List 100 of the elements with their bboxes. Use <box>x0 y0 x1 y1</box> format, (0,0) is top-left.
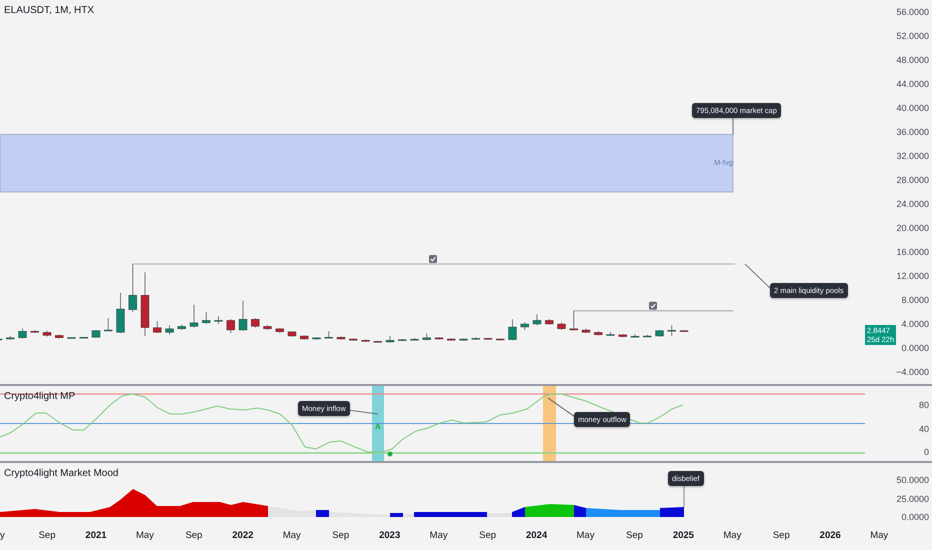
indicator-title: Crypto4light Market Mood <box>4 468 118 479</box>
candlestick <box>324 330 333 339</box>
candlestick <box>422 333 431 341</box>
candlestick <box>80 336 88 339</box>
candlestick <box>545 318 554 325</box>
candlestick <box>190 304 198 328</box>
axis-label: 25.0000 <box>896 492 929 506</box>
axis-label: May <box>576 530 594 541</box>
axis-label: May <box>430 530 448 541</box>
axis-label: 40 <box>918 422 929 436</box>
candlestick <box>276 328 284 334</box>
axis-label: 80 <box>918 399 929 412</box>
candlestick <box>104 318 112 332</box>
candlestick <box>570 310 578 330</box>
candlestick <box>643 334 652 338</box>
axis-label: 20.0000 <box>896 222 929 235</box>
candlestick <box>655 330 664 337</box>
axis-label: 48.0000 <box>896 54 929 67</box>
candlestick <box>128 264 137 312</box>
leader-line <box>732 118 734 134</box>
candlestick <box>398 338 406 342</box>
candlestick <box>361 339 370 342</box>
candlestick <box>336 336 346 340</box>
axis-label: 4.0000 <box>901 318 929 331</box>
candlestick <box>434 336 444 340</box>
candlestick <box>349 338 358 342</box>
axis-label: 50.0000 <box>896 474 929 487</box>
axis-label: 12.0000 <box>896 270 929 283</box>
checkbox-icon <box>429 255 437 263</box>
axis-label: y <box>0 530 5 541</box>
candlestick <box>520 322 529 330</box>
candlestick <box>67 336 76 339</box>
axis-label: 0.0000 <box>901 511 929 524</box>
axis-label: 2021 <box>85 530 107 541</box>
candlestick <box>618 334 627 338</box>
axis-label: 28.0000 <box>896 174 929 187</box>
axis-label: 2024 <box>526 530 548 541</box>
candlestick <box>202 312 210 324</box>
checkbox-icon <box>649 302 657 310</box>
axis-label: 32.0000 <box>896 150 929 163</box>
candlestick <box>532 314 542 326</box>
axis-label: 8.0000 <box>901 294 929 307</box>
axis-label: May <box>723 530 742 541</box>
candlestick <box>557 322 566 330</box>
axis-label: 0 <box>924 446 929 459</box>
candlestick <box>238 300 248 331</box>
candlestick <box>374 340 382 343</box>
candlestick <box>508 318 517 341</box>
axis-label: 36.0000 <box>896 126 929 139</box>
axis-label: 2022 <box>232 530 254 541</box>
axis-label: 2023 <box>379 530 400 541</box>
signal-marker: A <box>375 422 381 431</box>
axis-label: 2026 <box>820 530 841 541</box>
axis-label: 40.0000 <box>896 102 929 115</box>
axis-label: 52.0000 <box>896 30 929 43</box>
axis-label: 56.0000 <box>896 6 929 19</box>
candlestick <box>594 330 602 336</box>
candlestick <box>630 334 640 338</box>
candlestick <box>484 337 492 340</box>
axis-label: Sep <box>479 530 496 541</box>
candlestick <box>55 334 64 339</box>
candlestick <box>251 318 260 328</box>
axis-label: 2025 <box>672 530 694 541</box>
leader-line <box>683 486 685 507</box>
candlestick <box>92 330 100 338</box>
candlestick <box>18 328 27 339</box>
candlestick <box>606 331 615 336</box>
candlestick <box>447 338 456 342</box>
candlestick <box>263 324 272 330</box>
leader-line <box>744 264 772 290</box>
axis-label: May <box>282 530 301 541</box>
symbol-title: ELAUSDT, 1M, HTX <box>4 5 94 16</box>
candlestick <box>42 330 52 337</box>
axis-label: Sep <box>332 530 350 541</box>
candlestick <box>288 330 296 337</box>
axis-label: Sep <box>38 530 56 541</box>
axis-label: −4.0000 <box>896 366 929 379</box>
axis-label: Sep <box>772 530 790 541</box>
axis-label: 16.0000 <box>896 246 929 259</box>
candlestick <box>459 338 468 342</box>
candlestick <box>30 330 39 334</box>
candlestick <box>153 320 162 334</box>
axis-label: May <box>870 530 888 541</box>
axis-label: Sep <box>626 530 643 541</box>
axis-label: 0.0000 <box>901 342 929 355</box>
candlestick <box>312 336 321 340</box>
candlestick <box>496 338 504 341</box>
axis-label: 24.0000 <box>896 198 929 211</box>
candlestick <box>140 272 150 336</box>
candlestick <box>226 318 235 334</box>
candlestick <box>0 338 2 340</box>
candlestick <box>386 336 394 343</box>
candlestick <box>668 324 676 336</box>
candlestick <box>300 335 308 340</box>
candlestick <box>165 324 174 336</box>
axis-label: 44.0000 <box>896 78 929 91</box>
indicator-title: Crypto4light MP <box>4 391 76 402</box>
candlestick <box>680 330 688 332</box>
candlestick <box>582 328 590 334</box>
axis-label: Sep <box>185 530 202 541</box>
